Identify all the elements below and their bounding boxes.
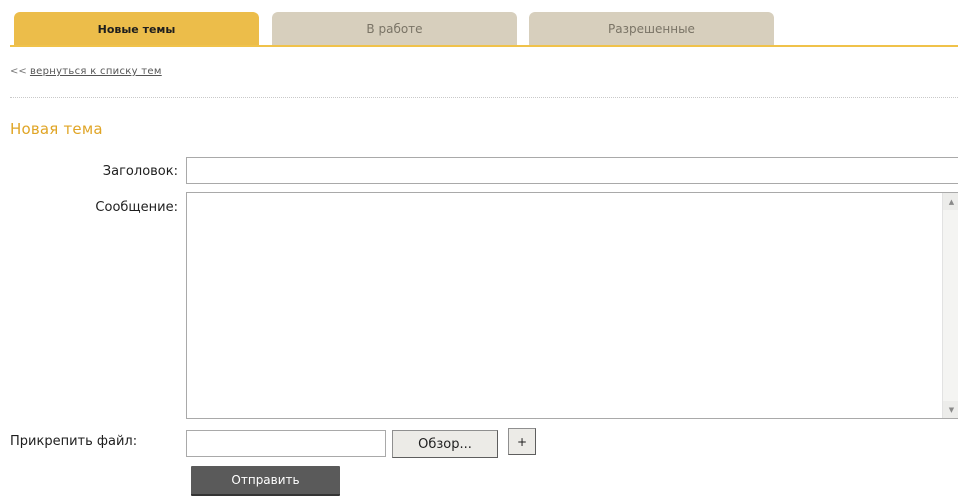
- message-scrollbar[interactable]: ▲ ▼: [942, 193, 958, 418]
- separator: [10, 97, 958, 98]
- browse-button[interactable]: Обзор...: [392, 430, 498, 458]
- tab-bar: Новые темы В работе Разрешенные: [0, 0, 958, 47]
- back-row: << вернуться к списку тем: [10, 66, 162, 77]
- page-title: Новая тема: [10, 120, 103, 138]
- tab-resolved[interactable]: Разрешенные: [529, 12, 774, 46]
- message-textarea[interactable]: [187, 193, 942, 418]
- back-to-topics-link[interactable]: вернуться к списку тем: [30, 66, 162, 77]
- tab-bar-underline: [10, 45, 958, 47]
- message-label: Сообщение:: [95, 200, 178, 215]
- title-label: Заголовок:: [102, 164, 178, 179]
- title-input[interactable]: [186, 157, 958, 184]
- add-file-button[interactable]: +: [508, 428, 536, 455]
- scroll-up-arrow-icon[interactable]: ▲: [943, 193, 958, 210]
- message-field: ▲ ▼: [186, 192, 958, 419]
- back-arrows: <<: [10, 66, 27, 77]
- submit-button[interactable]: Отправить: [191, 466, 340, 496]
- file-label: Прикрепить файл:: [10, 434, 138, 449]
- scroll-down-arrow-icon[interactable]: ▼: [943, 401, 958, 418]
- tab-new-topics[interactable]: Новые темы: [14, 12, 259, 46]
- tab-in-progress[interactable]: В работе: [272, 12, 517, 46]
- file-path-input[interactable]: [186, 430, 386, 457]
